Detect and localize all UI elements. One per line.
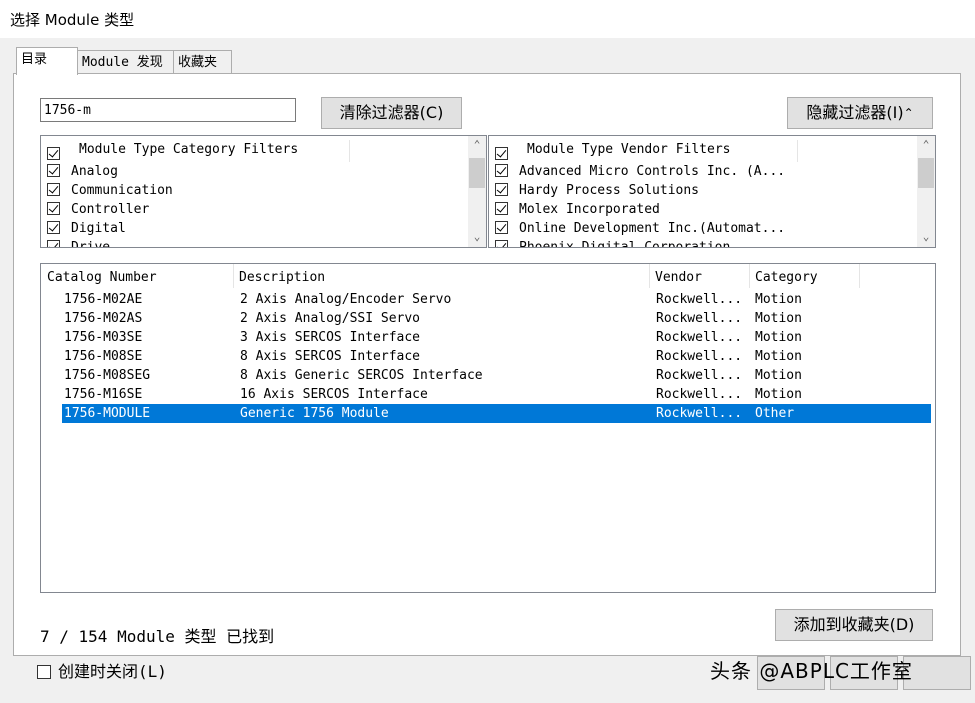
table-row[interactable]: 1756-M02AS 2 Axis Analog/SSI Servo Rockw… (62, 309, 931, 328)
column-header-category[interactable]: Category (755, 268, 818, 288)
table-row[interactable]: 1756-M08SEG 8 Axis Generic SERCOS Interf… (62, 366, 931, 385)
checkbox[interactable] (495, 221, 508, 234)
scroll-down-icon[interactable]: ⌄ (468, 228, 486, 246)
vendor-select-all-checkbox[interactable] (495, 147, 508, 160)
watermark: 头条 @ABPLC工作室 (710, 659, 913, 683)
tab-favorites[interactable]: 收藏夹 (173, 50, 232, 74)
column-header-description[interactable]: Description (239, 268, 325, 288)
close-on-create-checkbox[interactable] (37, 665, 51, 679)
checkbox[interactable] (495, 164, 508, 177)
category-filters-header: Module Type Category Filters (79, 142, 299, 157)
table-row[interactable]: 1756-M16SE 16 Axis SERCOS Interface Rock… (62, 385, 931, 404)
category-select-all-checkbox[interactable] (47, 147, 60, 160)
checkbox[interactable] (495, 240, 508, 247)
vendor-scrollbar[interactable]: ⌃ ⌄ (917, 136, 935, 247)
add-to-favorites-button[interactable]: 添加到收藏夹(D) (775, 609, 933, 641)
checkbox[interactable] (47, 221, 60, 234)
scroll-thumb[interactable] (469, 158, 485, 188)
hide-filters-button[interactable]: 隐藏过滤器(I)⌃ (787, 97, 933, 129)
scroll-up-icon[interactable]: ⌃ (468, 136, 486, 154)
checkbox[interactable] (495, 183, 508, 196)
checkbox[interactable] (47, 164, 60, 177)
checkbox[interactable] (47, 183, 60, 196)
category-filters-list[interactable]: Module Type Category Filters Analog Comm… (40, 135, 487, 248)
table-row[interactable]: 1756-M08SE 8 Axis SERCOS Interface Rockw… (62, 347, 931, 366)
title-bar (0, 0, 975, 38)
vendor-filters-header: Module Type Vendor Filters (527, 142, 731, 157)
column-header-catalog-number[interactable]: Catalog Number (47, 268, 157, 288)
double-chevron-up-icon: ⌃ (903, 106, 914, 120)
scroll-up-icon[interactable]: ⌃ (917, 136, 935, 154)
checkbox[interactable] (495, 202, 508, 215)
catalog-list[interactable]: Catalog Number Description Vendor Catego… (40, 263, 936, 593)
vendor-filters-list[interactable]: Module Type Vendor Filters Advanced Micr… (488, 135, 936, 248)
clear-filters-button[interactable]: 清除过滤器(C) (321, 97, 462, 129)
search-input[interactable] (40, 98, 296, 122)
tab-catalog[interactable]: 目录 (16, 47, 78, 75)
scroll-down-icon[interactable]: ⌄ (917, 228, 935, 246)
table-row[interactable]: 1756-M03SE 3 Axis SERCOS Interface Rockw… (62, 328, 931, 347)
table-row[interactable]: 1756-M02AE 2 Axis Analog/Encoder Servo R… (62, 290, 931, 309)
hide-filters-label: 隐藏过滤器(I) (806, 103, 904, 122)
table-row-selected[interactable]: 1756-MODULE Generic 1756 Module Rockwell… (62, 404, 931, 423)
help-button[interactable] (903, 656, 971, 690)
scroll-thumb[interactable] (918, 158, 934, 188)
column-header-vendor[interactable]: Vendor (655, 268, 702, 288)
checkbox[interactable] (47, 240, 60, 247)
window-title: 选择 Module 类型 (10, 11, 135, 29)
results-count: 7 / 154 Module 类型 已找到 (40, 627, 275, 646)
checkbox[interactable] (47, 202, 60, 215)
close-on-create-label[interactable]: 创建时关闭(L) (58, 658, 167, 682)
tab-module-discovery[interactable]: Module 发现 (77, 50, 174, 74)
category-scrollbar[interactable]: ⌃ ⌄ (468, 136, 486, 247)
